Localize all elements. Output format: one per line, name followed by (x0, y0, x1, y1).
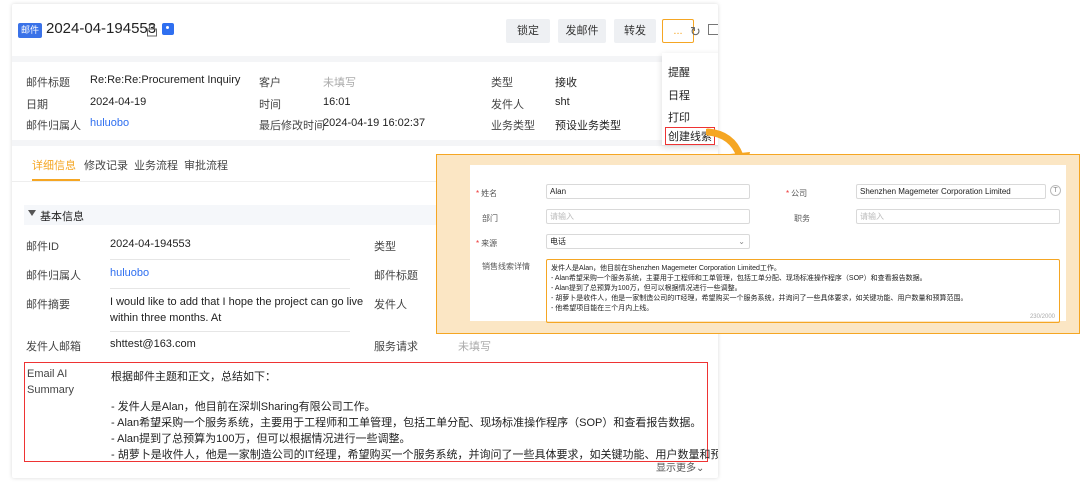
summary-line-1: I would like to add that I hope the proj… (110, 296, 364, 308)
sender-email-value: shttest@163.com (110, 338, 196, 350)
ai-summary-label-2: Summary (27, 384, 75, 396)
lead-details-line: - 他希望项目能在三个月内上线。 (551, 305, 654, 312)
detail-owner-link[interactable]: huluobo (110, 267, 149, 279)
detail-type-label: 类型 (374, 241, 396, 253)
company-label: * 公司 (786, 189, 808, 198)
chevron-down-icon: ⌄ (738, 237, 745, 246)
lead-details-line: - Alan希望采购一个服务系统，主要用于工程师和工单管理，包括工单分配、现场标… (551, 275, 927, 282)
biztype-value: 预设业务类型 (555, 120, 621, 132)
summary-line-2: within three months. At (110, 312, 222, 324)
modified-value: 2024-04-19 16:02:37 (323, 117, 426, 129)
section-title: 基本信息 (40, 211, 84, 223)
owner-link[interactable]: huluobo (90, 117, 129, 129)
service-request-label: 服务请求 (374, 341, 418, 353)
info-summary: 邮件标题 Re:Re:Re:Procurement Inquiry 客户 未填写… (12, 62, 718, 140)
customer-value: 未填写 (323, 77, 356, 89)
tab-details[interactable]: 详细信息 (32, 157, 76, 173)
lock-button[interactable]: 锁定 (506, 19, 550, 43)
tab-history[interactable]: 修改记录 (84, 157, 128, 173)
company-input[interactable]: Shenzhen Magemeter Corporation Limited (856, 184, 1046, 199)
sender-email-label: 发件人邮箱 (26, 341, 81, 353)
detail-owner-label: 邮件归属人 (26, 270, 81, 282)
date-value: 2024-04-19 (90, 96, 147, 108)
active-tab-indicator (32, 179, 80, 181)
field-underline (110, 331, 350, 332)
forward-button[interactable]: 转发 (614, 19, 656, 43)
ai-summary-line: - 胡萝卜是收件人，他是一家制造公司的IT经理，希望购买一个服务系统，并询问了一… (111, 449, 718, 461)
name-label: * 姓名 (476, 189, 498, 198)
customer-label: 客户 (259, 77, 281, 89)
expand-icon[interactable] (708, 24, 718, 35)
caret-down-icon (28, 210, 36, 216)
char-counter: 230/2000 (1029, 314, 1055, 320)
sender-value: sht (555, 96, 570, 108)
source-value: 电话 (550, 237, 566, 246)
department-input[interactable]: 请输入 (546, 209, 750, 224)
header: 邮件 2024-04-194553 锁定 发邮件 转发 ... ↻ (12, 4, 718, 56)
lead-details-textarea[interactable]: 发件人是Alan，他目前在Shenzhen Magemeter Corporat… (546, 259, 1060, 323)
create-lead-overlay: * 姓名 Alan * 公司 Shenzhen Magemeter Corporat… (436, 154, 1080, 334)
lead-details-line: - Alan提到了总预算为100万，但可以根据情况进行一些调整。 (551, 285, 742, 292)
sender-label: 发件人 (491, 99, 524, 111)
tab-business-flow[interactable]: 业务流程 (134, 157, 178, 173)
time-label: 时间 (259, 99, 281, 111)
chevron-down-icon: ⌄ (696, 463, 705, 474)
biztype-label: 业务类型 (491, 120, 535, 132)
type-label: 类型 (491, 77, 513, 89)
summary-label: 邮件摘要 (26, 299, 70, 311)
lock-icon[interactable] (146, 23, 158, 37)
owner-label: 邮件归属人 (26, 120, 81, 132)
lead-details-line: - 胡萝卜是收件人，他是一家制造公司的IT经理，希望购买一个服务系统，并询问了一… (551, 295, 968, 302)
lead-details-line: 发件人是Alan，他目前在Shenzhen Magemeter Corporat… (551, 265, 781, 272)
ai-summary-line: - Alan希望采购一个服务系统，主要用于工程师和工单管理，包括工单分配、现场标… (111, 417, 702, 429)
email-badge: 邮件 (18, 23, 43, 38)
tag-icon[interactable] (162, 23, 174, 35)
field-underline (110, 288, 350, 289)
field-underline (110, 259, 350, 260)
menu-item-schedule[interactable]: 日程 (668, 87, 690, 103)
email-id-label: 邮件ID (26, 241, 59, 253)
name-input[interactable]: Alan (546, 184, 750, 199)
position-input[interactable]: 请输入 (856, 209, 1060, 224)
show-more-link[interactable]: 显示更多⌄ (656, 459, 704, 474)
source-label: * 来源 (476, 239, 498, 248)
menu-item-print[interactable]: 打印 (668, 109, 690, 125)
detail-sender-label: 发件人 (374, 299, 407, 311)
ai-summary-box: Email AI Summary 根据邮件主题和正文，总结如下： - 发件人是A… (24, 362, 718, 462)
info-icon[interactable]: T (1050, 185, 1061, 196)
source-select[interactable]: 电话 ⌄ (546, 234, 750, 249)
date-label: 日期 (26, 99, 48, 111)
page-title: 2024-04-194553 (46, 20, 157, 37)
time-value: 16:01 (323, 96, 351, 108)
email-id-value: 2024-04-194553 (110, 238, 191, 250)
lead-details-label: 销售线索详情 (482, 262, 530, 271)
ai-summary-line: 根据邮件主题和正文，总结如下： (111, 371, 276, 383)
subject-value: Re:Re:Re:Procurement Inquiry (90, 74, 241, 86)
subject-label: 邮件标题 (26, 77, 70, 89)
tab-approval-flow[interactable]: 审批流程 (184, 157, 228, 173)
modified-label: 最后修改时间 (259, 120, 325, 132)
refresh-icon[interactable]: ↻ (690, 24, 701, 40)
show-more-label: 显示更多 (656, 463, 696, 474)
service-request-value: 未填写 (458, 341, 491, 353)
department-label: 部门 (482, 214, 498, 223)
type-value: 接收 (555, 77, 577, 89)
ai-summary-line: - Alan提到了总预算为100万，但可以根据情况进行一些调整。 (111, 433, 411, 445)
detail-subject-label: 邮件标题 (374, 270, 418, 282)
lead-form: * 姓名 Alan * 公司 Shenzhen Magemeter Corporat… (470, 165, 1066, 323)
send-email-button[interactable]: 发邮件 (558, 19, 606, 43)
position-label: 职务 (794, 214, 810, 223)
ai-summary-line: - 发件人是Alan，他目前在深圳Sharing有限公司工作。 (111, 401, 376, 413)
menu-item-reminder[interactable]: 提醒 (668, 64, 690, 80)
ai-summary-label-1: Email AI (27, 368, 68, 380)
